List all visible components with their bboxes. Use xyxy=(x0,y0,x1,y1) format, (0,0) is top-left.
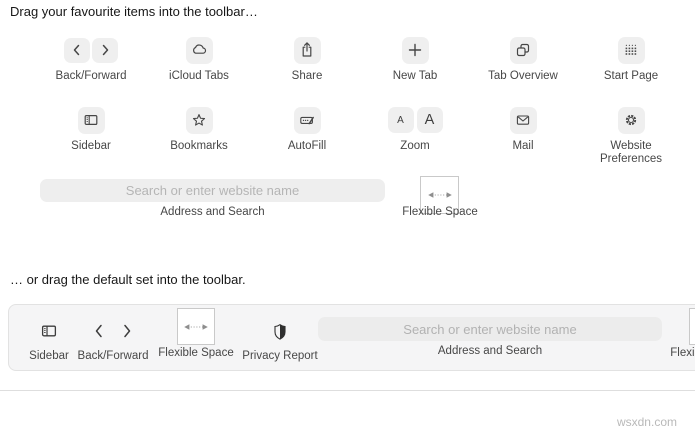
share-button[interactable] xyxy=(294,37,321,64)
palette-item-label: Website Preferences xyxy=(590,140,672,166)
palette-item-new-tab[interactable]: New Tab xyxy=(361,36,469,83)
palette-item-label: Mail xyxy=(512,140,533,153)
palette-item-back-forward[interactable]: Back/Forward xyxy=(37,36,145,83)
palette-item-label: Sidebar xyxy=(71,140,111,153)
start-page-button[interactable] xyxy=(618,37,645,64)
palette-item-zoom[interactable]: A A Zoom xyxy=(361,106,469,166)
default-item-label: Back/Forward xyxy=(78,350,149,362)
sidebar-icon xyxy=(38,314,60,348)
plus-icon xyxy=(405,40,425,60)
palette-item-tab-overview[interactable]: Tab Overview xyxy=(469,36,577,83)
back-button[interactable] xyxy=(64,38,90,63)
palette-item-autofill[interactable]: AutoFill xyxy=(253,106,361,166)
palette-item-label: Bookmarks xyxy=(170,140,228,153)
favourites-title: Drag your favourite items into the toolb… xyxy=(10,4,258,19)
tab-overview-button[interactable] xyxy=(510,37,537,64)
sidebar-icon xyxy=(81,110,101,130)
new-tab-button[interactable] xyxy=(402,37,429,64)
cloud-icon xyxy=(189,40,209,60)
palette-item-label: Tab Overview xyxy=(488,70,558,83)
chevron-right-icon xyxy=(97,42,113,58)
address-search-field[interactable] xyxy=(318,317,662,341)
palette-item-label: New Tab xyxy=(393,70,438,83)
large-a-icon: A xyxy=(425,112,435,128)
dots-grid-icon xyxy=(621,40,641,60)
palette-item-start-page[interactable]: Start Page xyxy=(577,36,685,83)
flexible-space-arrow-icon xyxy=(425,188,455,202)
palette-item-share[interactable]: Share xyxy=(253,36,361,83)
customize-toolbar-sheet: Drag your favourite items into the toolb… xyxy=(0,0,695,436)
default-item-label: Flexible Space xyxy=(670,347,695,359)
watermark: wsxdn.com xyxy=(617,415,677,429)
palette-item-label: AutoFill xyxy=(288,140,326,153)
flexible-space-box xyxy=(177,308,215,345)
star-icon xyxy=(189,110,209,130)
tab-overview-icon xyxy=(513,40,533,60)
default-item-address-search[interactable]: Address and Search xyxy=(318,317,662,357)
divider xyxy=(0,390,695,391)
envelope-icon xyxy=(513,110,533,130)
default-item-label: Address and Search xyxy=(438,345,542,357)
palette-item-icloud-tabs[interactable]: iCloud Tabs xyxy=(145,36,253,83)
icloud-tabs-button[interactable] xyxy=(186,37,213,64)
chevron-right-icon[interactable] xyxy=(119,322,135,340)
website-preferences-button[interactable] xyxy=(618,107,645,134)
default-item-sidebar[interactable]: Sidebar xyxy=(23,314,75,362)
autofill-button[interactable] xyxy=(294,107,321,134)
address-search-field[interactable] xyxy=(40,179,385,202)
zoom-in-text-button[interactable]: A xyxy=(417,107,443,133)
chevron-left-icon[interactable] xyxy=(91,322,107,340)
palette-item-mail[interactable]: Mail xyxy=(469,106,577,166)
palette-item-label: Zoom xyxy=(400,140,429,153)
share-icon xyxy=(297,40,317,60)
bookmarks-button[interactable] xyxy=(186,107,213,134)
sidebar-button[interactable] xyxy=(78,107,105,134)
flexible-space-box xyxy=(689,308,695,345)
palette-item-label: iCloud Tabs xyxy=(169,70,229,83)
default-item-flexible-space-right[interactable]: Flexible Space xyxy=(670,308,695,359)
palette-item-website-preferences[interactable]: Website Preferences xyxy=(577,106,685,166)
default-item-label: Flexible Space xyxy=(158,347,233,359)
palette-item-bookmarks[interactable]: Bookmarks xyxy=(145,106,253,166)
palette-item-label: Share xyxy=(292,70,323,83)
default-item-label: Sidebar xyxy=(29,350,69,362)
gear-icon xyxy=(621,110,641,130)
address-search-label: Address and Search xyxy=(40,206,385,218)
default-set-title: … or drag the default set into the toolb… xyxy=(10,272,246,287)
forward-button[interactable] xyxy=(92,38,118,63)
palette-row-2: Sidebar Bookmarks AutoFill xyxy=(37,106,685,166)
palette-item-label: Back/Forward xyxy=(56,70,127,83)
flexible-space-label: Flexible Space xyxy=(396,206,484,218)
palette-row-1: Back/Forward iCloud Tabs Share xyxy=(37,36,685,83)
chevron-left-icon xyxy=(69,42,85,58)
palette-item-sidebar[interactable]: Sidebar xyxy=(37,106,145,166)
palette-item-label: Start Page xyxy=(604,70,658,83)
flexible-space-arrow-icon xyxy=(181,320,211,334)
default-item-privacy-report[interactable]: Privacy Report xyxy=(237,314,323,362)
default-item-flexible-space[interactable]: Flexible Space xyxy=(150,308,242,359)
zoom-out-text-button[interactable]: A xyxy=(388,107,414,133)
privacy-shield-icon xyxy=(271,314,289,348)
default-item-label: Privacy Report xyxy=(242,350,317,362)
small-a-icon: A xyxy=(397,115,404,126)
default-item-back-forward[interactable]: Back/Forward xyxy=(77,314,149,362)
default-toolbar-set[interactable]: Sidebar Back/Forward xyxy=(8,304,695,371)
autofill-icon xyxy=(297,110,317,130)
mail-button[interactable] xyxy=(510,107,537,134)
